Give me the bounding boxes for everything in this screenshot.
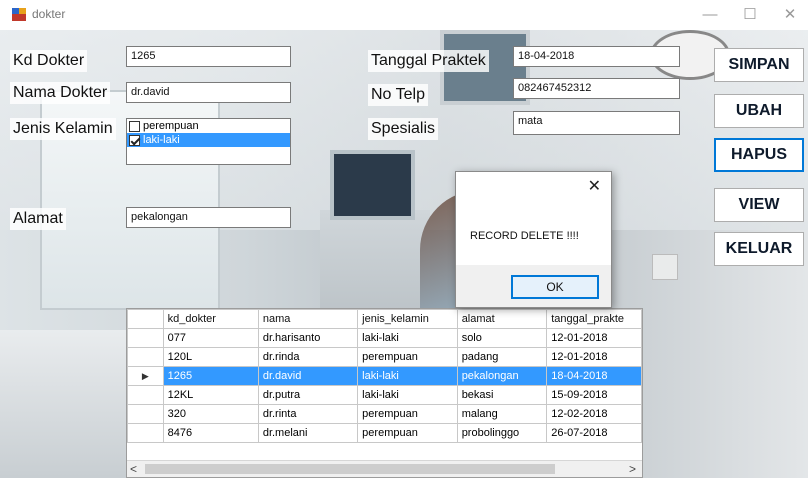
column-header-nama[interactable]: nama bbox=[257, 309, 359, 329]
cell-jenis-kelamin[interactable]: perempuan bbox=[357, 423, 458, 443]
cell-tanggal-praktek[interactable]: 12-01-2018 bbox=[546, 347, 642, 367]
grid-header-row: kd_dokter nama jenis_kelamin alamat tang… bbox=[127, 309, 642, 329]
app-icon bbox=[12, 8, 26, 21]
column-header-tanggal-praktek[interactable]: tanggal_prakte bbox=[546, 309, 642, 329]
table-row[interactable]: 12KL dr.putra laki-laki bekasi 15-09-201… bbox=[127, 385, 642, 405]
table-row[interactable]: 120L dr.rinda perempuan padang 12-01-201… bbox=[127, 347, 642, 367]
scroll-right-icon[interactable]: > bbox=[629, 462, 636, 476]
cell-nama[interactable]: dr.putra bbox=[257, 385, 359, 405]
dialog-message: RECORD DELETE !!!! bbox=[470, 230, 579, 242]
cell-tanggal-praktek[interactable]: 12-02-2018 bbox=[546, 404, 642, 424]
window-title: dokter bbox=[32, 7, 66, 21]
option-laki-laki[interactable]: laki-laki bbox=[127, 133, 290, 147]
table-row[interactable]: 320 dr.rinta perempuan malang 12-02-2018 bbox=[127, 404, 642, 424]
close-button[interactable]: ✕ bbox=[772, 4, 808, 26]
nama-dokter-label: Nama Dokter bbox=[10, 82, 111, 104]
scroll-thumb[interactable] bbox=[145, 464, 555, 474]
cell-jenis-kelamin[interactable]: perempuan bbox=[357, 404, 458, 424]
row-header-corner bbox=[127, 309, 164, 329]
kd-dokter-label: Kd Dokter bbox=[10, 50, 88, 72]
minimize-button[interactable]: — bbox=[692, 4, 728, 26]
cell-tanggal-praktek[interactable]: 18-04-2018 bbox=[546, 366, 642, 386]
tanggal-praktek-label: Tanggal Praktek bbox=[368, 50, 489, 72]
cell-tanggal-praktek[interactable]: 26-07-2018 bbox=[546, 423, 642, 443]
row-header[interactable] bbox=[127, 404, 164, 424]
cell-nama[interactable]: dr.harisanto bbox=[257, 328, 359, 348]
cell-jenis-kelamin[interactable]: laki-laki bbox=[357, 385, 458, 405]
cell-tanggal-praktek[interactable]: 12-01-2018 bbox=[546, 328, 642, 348]
jenis-kelamin-checklist[interactable]: perempuan laki-laki bbox=[126, 118, 291, 165]
cell-jenis-kelamin[interactable]: laki-laki bbox=[357, 328, 458, 348]
spesialis-input[interactable]: mata bbox=[513, 111, 680, 135]
cell-jenis-kelamin[interactable]: perempuan bbox=[357, 347, 458, 367]
cell-alamat[interactable]: solo bbox=[456, 328, 548, 348]
cell-kd-dokter[interactable]: 8476 bbox=[162, 423, 259, 443]
ubah-button[interactable]: UBAH bbox=[714, 94, 804, 128]
table-row[interactable]: 077 dr.harisanto laki-laki solo 12-01-20… bbox=[127, 328, 642, 348]
jenis-kelamin-label: Jenis Kelamin bbox=[10, 118, 116, 140]
row-header[interactable] bbox=[127, 328, 164, 348]
dialog-close-icon[interactable]: ✕ bbox=[588, 176, 601, 196]
column-header-alamat[interactable]: alamat bbox=[456, 309, 548, 329]
selected-row-marker-icon[interactable]: ▶ bbox=[127, 366, 164, 386]
keluar-button[interactable]: KELUAR bbox=[714, 232, 804, 266]
cell-nama[interactable]: dr.david bbox=[257, 366, 359, 386]
no-telp-label: No Telp bbox=[368, 84, 428, 106]
scroll-left-icon[interactable]: < bbox=[130, 462, 137, 476]
alamat-label: Alamat bbox=[10, 208, 66, 230]
cell-nama[interactable]: dr.rinta bbox=[257, 404, 359, 424]
cell-jenis-kelamin[interactable]: laki-laki bbox=[357, 366, 458, 386]
simpan-button[interactable]: SIMPAN bbox=[714, 48, 804, 82]
table-row[interactable]: 8476 dr.melani perempuan probolinggo 26-… bbox=[127, 423, 642, 443]
horizontal-scrollbar[interactable]: < > bbox=[127, 460, 642, 477]
spesialis-label: Spesialis bbox=[368, 118, 439, 140]
cell-kd-dokter[interactable]: 12KL bbox=[162, 385, 259, 405]
view-button[interactable]: VIEW bbox=[714, 188, 804, 222]
kd-dokter-input[interactable]: 1265 bbox=[126, 46, 291, 67]
no-telp-input[interactable]: 082467452312 bbox=[513, 78, 680, 99]
row-header[interactable] bbox=[127, 385, 164, 405]
dokter-data-grid[interactable]: kd_dokter nama jenis_kelamin alamat tang… bbox=[126, 308, 643, 478]
ok-button[interactable]: OK bbox=[511, 275, 599, 299]
cell-kd-dokter[interactable]: 320 bbox=[162, 404, 259, 424]
row-header[interactable] bbox=[127, 423, 164, 443]
column-header-jenis-kelamin[interactable]: jenis_kelamin bbox=[357, 309, 458, 329]
message-dialog: ✕ RECORD DELETE !!!! OK bbox=[455, 171, 612, 308]
nama-dokter-input[interactable]: dr.david bbox=[126, 82, 291, 103]
alamat-input[interactable]: pekalongan bbox=[126, 207, 291, 228]
table-row-selected[interactable]: ▶ 1265 dr.david laki-laki pekalongan 18-… bbox=[127, 366, 642, 386]
dialog-footer: OK bbox=[456, 265, 611, 307]
cell-alamat[interactable]: probolinggo bbox=[456, 423, 548, 443]
hapus-button[interactable]: HAPUS bbox=[714, 138, 804, 172]
checkbox-laki-laki[interactable] bbox=[129, 134, 140, 146]
cell-kd-dokter[interactable]: 077 bbox=[162, 328, 259, 348]
row-header[interactable] bbox=[127, 347, 164, 367]
cell-nama[interactable]: dr.melani bbox=[257, 423, 359, 443]
cell-tanggal-praktek[interactable]: 15-09-2018 bbox=[546, 385, 642, 405]
title-bar: dokter — ☐ ✕ bbox=[0, 0, 808, 30]
cell-alamat[interactable]: pekalongan bbox=[456, 366, 548, 386]
cell-kd-dokter[interactable]: 1265 bbox=[162, 366, 259, 386]
tanggal-praktek-input[interactable]: 18-04-2018 bbox=[513, 46, 680, 67]
column-header-kd-dokter[interactable]: kd_dokter bbox=[162, 309, 259, 329]
option-perempuan[interactable]: perempuan bbox=[127, 119, 290, 133]
option-laki-laki-label: laki-laki bbox=[143, 134, 180, 146]
cell-alamat[interactable]: bekasi bbox=[456, 385, 548, 405]
option-perempuan-label: perempuan bbox=[143, 120, 199, 132]
cell-alamat[interactable]: malang bbox=[456, 404, 548, 424]
cell-kd-dokter[interactable]: 120L bbox=[162, 347, 259, 367]
maximize-button[interactable]: ☐ bbox=[732, 4, 768, 26]
cell-alamat[interactable]: padang bbox=[456, 347, 548, 367]
checkbox-perempuan[interactable] bbox=[129, 120, 140, 132]
cell-nama[interactable]: dr.rinda bbox=[257, 347, 359, 367]
